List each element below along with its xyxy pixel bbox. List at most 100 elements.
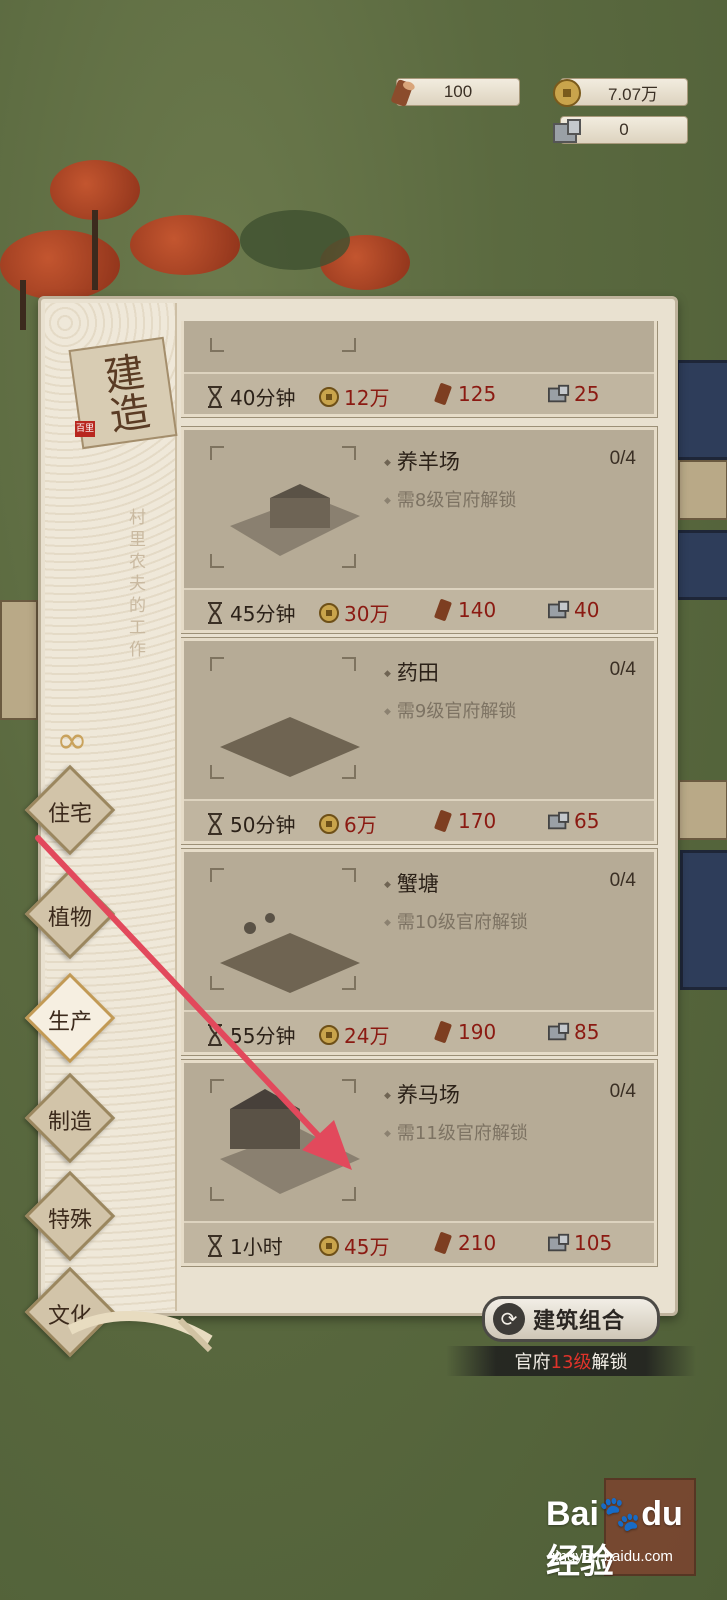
building-card[interactable]: 40分钟 12万 125 25 — [181, 321, 658, 418]
time-value: 45分钟 — [230, 602, 296, 626]
category-tab[interactable]: 住宅 — [24, 764, 116, 856]
wood-log-icon — [432, 1232, 454, 1254]
bush — [240, 210, 350, 270]
time-value: 55分钟 — [230, 1024, 296, 1048]
cost-bar: 55分钟 24万 190 85 — [184, 1010, 654, 1052]
refresh-cycle-icon: ⟳ — [493, 1303, 525, 1335]
wood-value: 190 — [458, 1020, 497, 1044]
stone-block-icon — [549, 113, 585, 149]
building-count: 0/4 — [609, 870, 636, 891]
building-count: 0/4 — [609, 659, 636, 680]
stone-block-icon — [548, 599, 570, 621]
knot-ornament-icon: ∞ — [56, 718, 88, 762]
coin-value: 24万 — [344, 1024, 390, 1048]
stone-block-icon — [548, 1021, 570, 1043]
unlock-prefix: 官府 — [514, 1352, 551, 1373]
unlock-requirement: 需10级官府解锁 — [384, 908, 528, 934]
building-name: 养羊场 — [384, 446, 460, 476]
build-time: 1小时 — [204, 1231, 283, 1260]
crab-pond-icon — [208, 866, 360, 993]
field-icon — [208, 321, 358, 354]
hourglass-icon — [204, 1234, 226, 1257]
house-roof — [680, 850, 727, 990]
unlock-suffix: 解锁 — [591, 1352, 628, 1373]
cost-bar: 50分钟 6万 170 65 — [184, 799, 654, 841]
stone-block-icon — [548, 810, 570, 832]
copper-coin-icon — [318, 602, 340, 624]
hourglass-icon — [204, 1023, 226, 1046]
maple-tree — [130, 215, 240, 275]
tab-label: 生产 — [47, 1010, 92, 1035]
stone-cost: 40 — [548, 598, 599, 622]
tab-label: 特殊 — [47, 1208, 92, 1233]
tab-label: 植物 — [47, 906, 92, 931]
watermark-url: jingyan.baidu.com — [552, 1548, 673, 1565]
building-card[interactable]: 蟹塘 0/4 需10级官府解锁 55分钟 24万 190 85 — [181, 848, 658, 1056]
wood-value: 170 — [458, 809, 497, 833]
wood-value: 210 — [458, 1231, 497, 1255]
cost-bar: 1小时 45万 210 105 — [184, 1221, 654, 1263]
wood-cost: 140 — [432, 598, 496, 622]
category-tab[interactable]: 植物 — [24, 868, 116, 960]
sheep-farm-icon — [208, 444, 360, 570]
building-name: 养马场 — [384, 1079, 460, 1109]
building-combo-button[interactable]: ⟳ 建筑组合 — [482, 1296, 660, 1342]
building-list[interactable]: 40分钟 12万 125 25 养羊场 0/4 需8级官府解锁 — [181, 321, 661, 1291]
combo-label: 建筑组合 — [533, 1309, 626, 1334]
stone-cost: 85 — [548, 1020, 599, 1044]
wood-amount: 100 — [443, 82, 473, 101]
wood-log-icon — [432, 383, 454, 405]
build-panel: 建造 百里 村里农夫的工作 40分钟 12万 125 25 ◆ 养羊场 0/4 … — [38, 296, 678, 1316]
cost-bar: 45分钟 30万 140 40 — [184, 588, 654, 630]
build-time: 40分钟 — [204, 382, 295, 411]
unlock-requirement: 需9级官府解锁 — [384, 697, 516, 723]
hourglass-icon — [204, 601, 226, 624]
stone-resource: 0 — [553, 116, 688, 144]
wood-cost: 125 — [432, 382, 496, 406]
coin-amount: 7.07万 — [607, 84, 659, 104]
tab-label: 制造 — [47, 1110, 92, 1135]
maple-tree — [0, 230, 120, 300]
wood-value: 125 — [458, 382, 497, 406]
wood-log-icon — [432, 810, 454, 832]
combo-unlock-note: 官府 13级 解锁 — [446, 1346, 696, 1376]
coin-cost: 6万 — [318, 809, 377, 838]
building-name: 药田 — [384, 657, 439, 687]
coin-value: 30万 — [344, 602, 390, 626]
red-seal: 百里 — [75, 421, 95, 437]
category-tab[interactable]: 生产 — [24, 972, 116, 1064]
building-card[interactable]: 养羊场 0/4 需8级官府解锁 45分钟 30万 140 40 — [181, 426, 658, 634]
building-card[interactable]: 药田 0/4 需9级官府解锁 50分钟 6万 170 65 — [181, 637, 658, 845]
baidu-watermark: Bai🐾du 经验 jingyan.baidu.com — [546, 1482, 726, 1582]
wood-log-icon — [432, 599, 454, 621]
stone-value: 40 — [574, 598, 600, 622]
category-tab[interactable]: 特殊 — [24, 1170, 116, 1262]
unlock-requirement: 需8级官府解锁 — [384, 486, 516, 512]
copper-coin-icon — [318, 1024, 340, 1046]
coin-value: 12万 — [344, 386, 390, 410]
hourglass-icon — [204, 812, 226, 835]
coin-cost: 24万 — [318, 1020, 389, 1049]
category-tab[interactable]: 制造 — [24, 1072, 116, 1164]
building-card[interactable]: 养马场 0/4 需11级官府解锁 1小时 45万 210 105 — [181, 1059, 658, 1267]
stone-cost: 105 — [548, 1231, 612, 1255]
wood-cost: 190 — [432, 1020, 496, 1044]
coin-cost: 12万 — [318, 382, 389, 411]
wood-value: 140 — [458, 598, 497, 622]
wood-cost: 210 — [432, 1231, 496, 1255]
building-count: 0/4 — [609, 448, 636, 469]
unlock-requirement: 需11级官府解锁 — [384, 1119, 528, 1145]
stone-cost: 65 — [548, 809, 599, 833]
copper-coin-icon — [318, 1235, 340, 1257]
stone-value: 65 — [574, 809, 600, 833]
building-name: 蟹塘 — [384, 868, 439, 898]
coin-value: 45万 — [344, 1235, 390, 1259]
game-screen: { "resources": { "wood": "100", "coins":… — [0, 0, 727, 1600]
baidu-logo: Bai🐾du 经验 — [546, 1495, 683, 1581]
tab-label: 住宅 — [47, 802, 92, 827]
cost-bar: 40分钟 12万 125 25 — [184, 372, 654, 414]
hourglass-icon — [204, 385, 226, 408]
tassel-ornament-icon — [67, 1311, 213, 1353]
wood-log-icon — [385, 75, 421, 111]
copper-coin-icon — [318, 813, 340, 835]
